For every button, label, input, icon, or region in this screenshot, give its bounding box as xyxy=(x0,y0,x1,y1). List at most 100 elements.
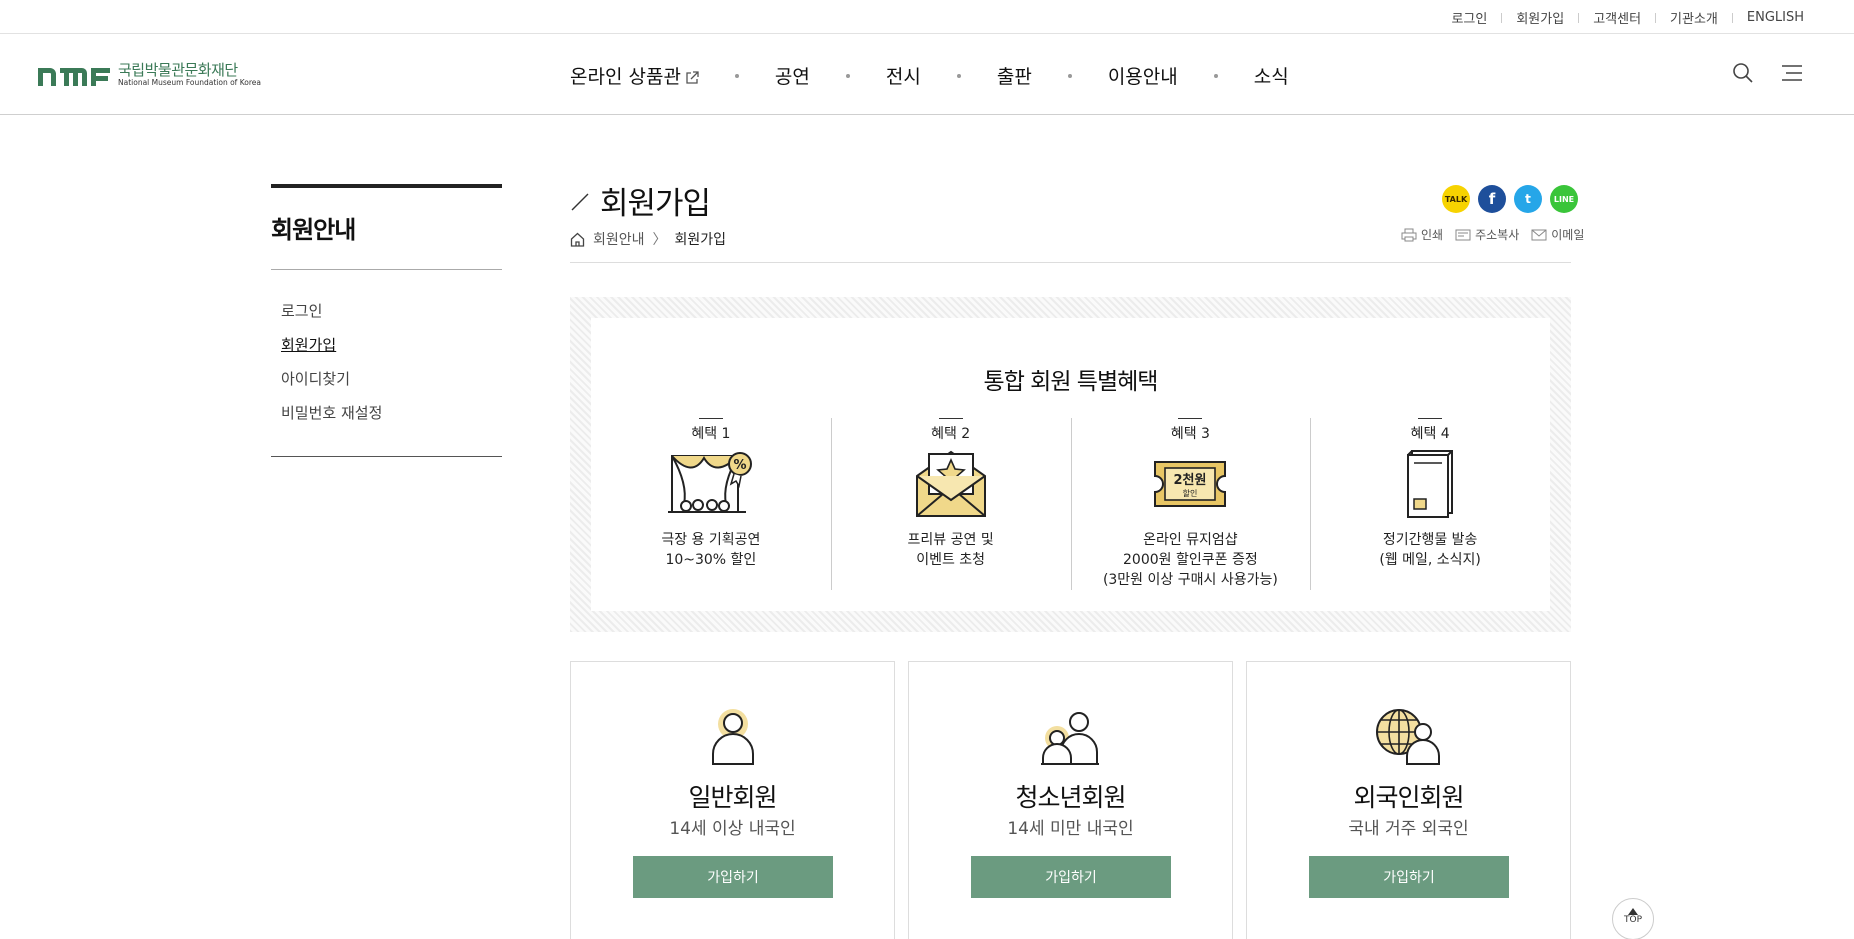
join-foreigner-button[interactable]: 가입하기 xyxy=(1309,856,1509,898)
benefits-panel: 통합 회원 특별혜택 혜택 1 % 극장 용 기획공연 10~30% 할인 혜택… xyxy=(591,318,1550,611)
page-tools: 인쇄 주소복사 이메일 xyxy=(1389,226,1584,243)
site-logo[interactable]: 국립박물관문화재단 National Museum Foundation of … xyxy=(38,62,261,87)
benefit-desc-line: (3만원 이상 구매시 사용가능) xyxy=(1102,572,1278,588)
breadcrumb-chevron-icon: 〉 xyxy=(652,232,667,248)
join-youth-button[interactable]: 가입하기 xyxy=(971,856,1171,898)
util-customer-center-link[interactable]: 고객센터 xyxy=(1593,8,1641,27)
theater-discount-icon: % xyxy=(591,444,831,524)
divider xyxy=(698,418,723,419)
facebook-share-icon[interactable]: f xyxy=(1478,185,1506,213)
twitter-share-icon[interactable]: t xyxy=(1514,185,1542,213)
nav-online-shop[interactable]: 온라인 상품관 xyxy=(570,62,699,89)
benefit-number-label: 혜택 2 xyxy=(931,426,971,442)
globe-person-icon xyxy=(1247,706,1570,770)
logo-english-name: National Museum Foundation of Korea xyxy=(118,78,261,87)
util-login-link[interactable]: 로그인 xyxy=(1451,8,1487,27)
sns-share: TALK f t LINE xyxy=(1434,185,1578,213)
benefit-desc-line: 프리뷰 공연 및 xyxy=(907,532,994,548)
breadcrumb: 회원안내 〉 회원가입 xyxy=(570,229,726,249)
home-icon[interactable] xyxy=(570,232,585,247)
envelope-icon xyxy=(1531,229,1547,240)
benefit-number: 혜택 2 xyxy=(831,418,1071,442)
util-english-link[interactable]: ENGLISH xyxy=(1747,10,1804,25)
nav-publication[interactable]: 출판 xyxy=(997,62,1032,89)
nav-separator xyxy=(1067,73,1072,78)
copy-url-label: 주소복사 xyxy=(1475,228,1520,242)
benefits-list: 혜택 1 % 극장 용 기획공연 10~30% 할인 혜택 2 프리뷰 공연 및… xyxy=(591,418,1550,592)
sidebar-item-login[interactable]: 로그인 xyxy=(281,294,502,328)
benefit-item: 혜택 4 정기간행물 발송 (웹 메일, 소식지) xyxy=(1310,418,1550,592)
coupon-amount-text: 2천원 xyxy=(1174,473,1207,488)
breadcrumb-current: 회원가입 xyxy=(674,232,727,248)
newsletter-icon xyxy=(1310,444,1550,524)
kakaotalk-share-icon[interactable]: TALK xyxy=(1442,185,1470,213)
member-type-cards: 일반회원 14세 이상 내국인 가입하기 청소년회원 14세 미만 내국인 가입… xyxy=(570,661,1571,939)
sidebar-item-reset-password[interactable]: 비밀번호 재설정 xyxy=(281,396,502,430)
sidebar-item-signup[interactable]: 회원가입 xyxy=(281,328,502,362)
nav-exhibition[interactable]: 전시 xyxy=(886,62,921,89)
benefit-desc-line: 이벤트 초청 xyxy=(916,552,986,568)
utility-bar: 로그인 회원가입 고객센터 기관소개 ENGLISH xyxy=(0,0,1854,34)
member-card-foreigner: 외국인회원 국내 거주 외국인 가입하기 xyxy=(1246,661,1571,939)
member-card-youth: 청소년회원 14세 미만 내국인 가입하기 xyxy=(908,661,1233,939)
page-title-wrap: 회원가입 xyxy=(570,178,711,223)
benefits-title: 통합 회원 특별혜택 xyxy=(983,369,1159,395)
printer-icon xyxy=(1401,228,1417,241)
card-subtitle: 국내 거주 외국인 xyxy=(1348,819,1469,839)
nmf-logo-mark xyxy=(38,67,110,86)
nav-news[interactable]: 소식 xyxy=(1254,62,1289,89)
benefit-desc-line: 온라인 뮤지엄샵 xyxy=(1143,532,1238,548)
util-about-link[interactable]: 기관소개 xyxy=(1670,8,1718,27)
scroll-top-label: TOP xyxy=(1623,915,1642,925)
card-subtitle: 14세 이상 내국인 xyxy=(669,819,796,839)
nav-label: 온라인 상품관 xyxy=(570,66,681,88)
divider xyxy=(938,418,963,419)
sidebar-item-find-id[interactable]: 아이디찾기 xyxy=(281,362,502,396)
coupon-ticket-icon: 2천원 할인 xyxy=(1071,444,1311,524)
benefit-description: 프리뷰 공연 및 이벤트 초청 xyxy=(831,530,1071,570)
scroll-top-button[interactable]: TOP xyxy=(1612,898,1654,939)
hamburger-menu-icon[interactable] xyxy=(1781,64,1803,82)
card-subtitle: 14세 미만 내국인 xyxy=(1007,819,1134,839)
benefit-item: 혜택 3 2천원 할인 온라인 뮤지엄샵 2000원 할인쿠폰 증정 (3만원 … xyxy=(1070,418,1311,592)
email-label: 이메일 xyxy=(1551,228,1585,242)
benefit-item: 혜택 2 프리뷰 공연 및 이벤트 초청 xyxy=(830,418,1071,592)
benefit-number: 혜택 3 xyxy=(1071,418,1311,442)
line-share-icon[interactable]: LINE xyxy=(1550,185,1578,213)
print-button[interactable]: 인쇄 xyxy=(1401,226,1443,243)
copy-url-icon xyxy=(1455,229,1471,240)
sidebar-title: 회원안내 xyxy=(271,188,502,270)
logo-text: 국립박물관문화재단 National Museum Foundation of … xyxy=(118,62,261,87)
nav-guide[interactable]: 이용안내 xyxy=(1108,62,1178,89)
divider xyxy=(1731,12,1733,23)
divider xyxy=(1578,12,1580,23)
utility-links: 로그인 회원가입 고객센터 기관소개 ENGLISH xyxy=(1451,8,1804,27)
breadcrumb-item[interactable]: 회원안내 xyxy=(593,229,645,249)
title-divider xyxy=(570,262,1571,263)
email-button[interactable]: 이메일 xyxy=(1531,226,1584,243)
card-title: 일반회원 xyxy=(688,783,777,812)
search-icon[interactable] xyxy=(1732,62,1754,84)
benefit-number-label: 혜택 1 xyxy=(691,426,731,442)
logo-korean-name: 국립박물관문화재단 xyxy=(118,61,238,79)
svg-text:%: % xyxy=(733,458,746,473)
divider xyxy=(1178,418,1203,419)
card-title: 외국인회원 xyxy=(1353,783,1464,812)
sidebar-menu: 로그인 회원가입 아이디찾기 비밀번호 재설정 xyxy=(271,270,502,457)
title-slash-icon xyxy=(571,193,589,210)
util-signup-link[interactable]: 회원가입 xyxy=(1516,8,1564,27)
benefit-description: 극장 용 기획공연 10~30% 할인 xyxy=(591,530,831,570)
coupon-label-text: 할인 xyxy=(1183,488,1198,498)
copy-url-button[interactable]: 주소복사 xyxy=(1455,226,1519,243)
join-general-button[interactable]: 가입하기 xyxy=(633,856,833,898)
benefit-number: 혜택 4 xyxy=(1310,418,1550,442)
benefit-desc-line: (웹 메일, 소식지) xyxy=(1379,552,1481,568)
site-header: 국립박물관문화재단 National Museum Foundation of … xyxy=(0,34,1854,115)
benefit-number-label: 혜택 4 xyxy=(1410,426,1450,442)
member-card-general: 일반회원 14세 이상 내국인 가입하기 xyxy=(570,661,895,939)
nav-separator xyxy=(734,73,739,78)
print-label: 인쇄 xyxy=(1421,228,1444,242)
page-title: 회원가입 xyxy=(600,186,711,222)
nav-performance[interactable]: 공연 xyxy=(775,62,810,89)
card-title: 청소년회원 xyxy=(1015,783,1126,812)
